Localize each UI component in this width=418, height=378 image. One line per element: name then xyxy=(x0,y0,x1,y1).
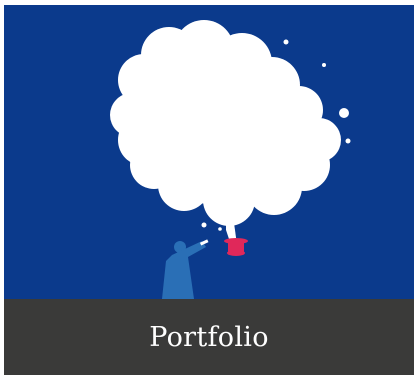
thought-cloud-illustration xyxy=(4,5,414,299)
card-title: Portfolio xyxy=(149,321,269,353)
caption-bar: Portfolio xyxy=(4,299,414,375)
portfolio-card[interactable]: Portfolio xyxy=(4,5,414,375)
